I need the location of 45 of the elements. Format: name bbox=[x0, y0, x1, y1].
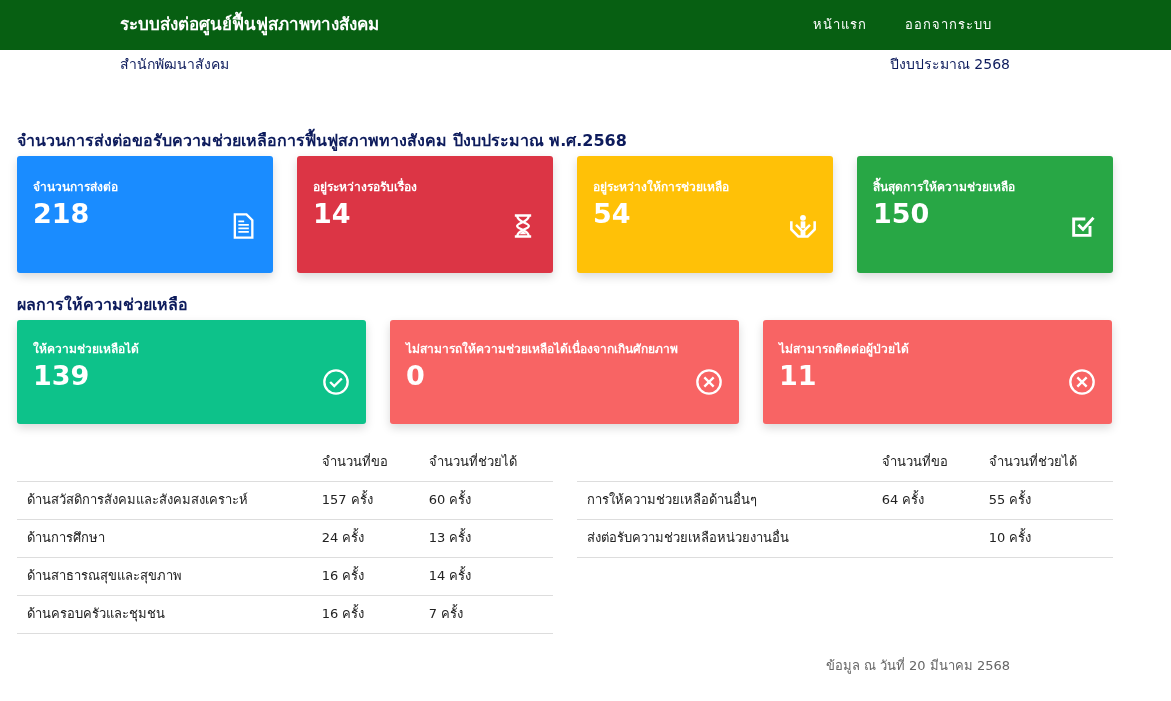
column-header: จำนวนที่ขอ bbox=[311, 444, 419, 482]
table-cell: ด้านการศึกษา bbox=[17, 519, 312, 558]
check-circle-icon bbox=[322, 368, 350, 397]
fiscal-year: ปีงบประมาณ 2568 bbox=[889, 55, 1010, 74]
card-label: อยู่ระหว่างให้การช่วยเหลือ bbox=[593, 178, 729, 197]
card-label: จำนวนการส่งต่อ bbox=[33, 179, 118, 197]
site-title: ระบบส่งต่อศูนย์ฟื้นฟูสภาพทางสังคม bbox=[120, 12, 379, 38]
table-cell: 13 ครั้ง bbox=[418, 519, 553, 558]
table-cell: 16 ครั้ง bbox=[311, 557, 419, 596]
table-cell: 10 ครั้ง bbox=[978, 519, 1113, 558]
nav-link[interactable]: หน้าแรก bbox=[813, 15, 867, 35]
card-label: ไม่สามารถให้ความช่วยเหลือได้เนื่องจากเกินศักยภาพ bbox=[406, 340, 678, 359]
card-label: อยู่ระหว่างรอรับเรื่อง bbox=[313, 178, 417, 197]
column-header: จำนวนที่ช่วยได้ bbox=[978, 444, 1113, 482]
table-cell: การให้ความช่วยเหลือด้านอื่นๆ bbox=[577, 481, 872, 520]
card-label: ไม่สามารถติดต่อผู้ป่วยได้ bbox=[779, 341, 909, 359]
column-header: จำนวนที่ช่วยได้ bbox=[418, 444, 553, 482]
card-value: 218 bbox=[33, 197, 91, 232]
card-value: 11 bbox=[779, 359, 818, 394]
card-value: 14 bbox=[313, 197, 352, 232]
table-cell: 24 ครั้ง bbox=[311, 519, 419, 558]
nav-link[interactable]: ออกจากระบบ bbox=[905, 15, 992, 35]
table-cell: 16 ครั้ง bbox=[311, 595, 419, 634]
table-cell: 60 ครั้ง bbox=[418, 481, 553, 520]
table-cell: ด้านสาธารณสุขและสุขภาพ bbox=[17, 557, 312, 596]
table-cell: 14 ครั้ง bbox=[418, 557, 553, 596]
table-cell: 64 ครั้ง bbox=[871, 481, 979, 520]
close-circle-icon bbox=[1068, 368, 1096, 397]
card-value: 150 bbox=[873, 197, 931, 232]
table-cell: 7 ครั้ง bbox=[418, 595, 553, 634]
data-date-note: ข้อมูล ณ วันที่ 20 มีนาคม 2568 bbox=[825, 656, 1010, 676]
office-name: สำนักพัฒนาสังคม bbox=[120, 55, 229, 74]
card-value: 0 bbox=[406, 359, 426, 394]
close-circle-icon bbox=[695, 368, 723, 397]
table-cell: ด้านครอบครัวและชุมชน bbox=[17, 595, 312, 634]
table-cell: 55 ครั้ง bbox=[978, 481, 1113, 520]
table-cell: ด้านสวัสดิการสังคมและสังคมสงเคราะห์ bbox=[17, 481, 312, 520]
card-value: 54 bbox=[593, 197, 632, 232]
column-header: จำนวนที่ขอ bbox=[871, 444, 979, 482]
table-cell: 157 ครั้ง bbox=[311, 481, 419, 520]
table-cell: ส่งต่อรับความช่วยเหลือหน่วยงานอื่น bbox=[577, 519, 872, 558]
card-label: สิ้นสุดการให้ความช่วยเหลือ bbox=[873, 178, 1015, 197]
section-title: ผลการให้ความช่วยเหลือ bbox=[17, 295, 189, 315]
card-value: 139 bbox=[33, 359, 91, 394]
card-label: ให้ความช่วยเหลือได้ bbox=[33, 340, 139, 359]
